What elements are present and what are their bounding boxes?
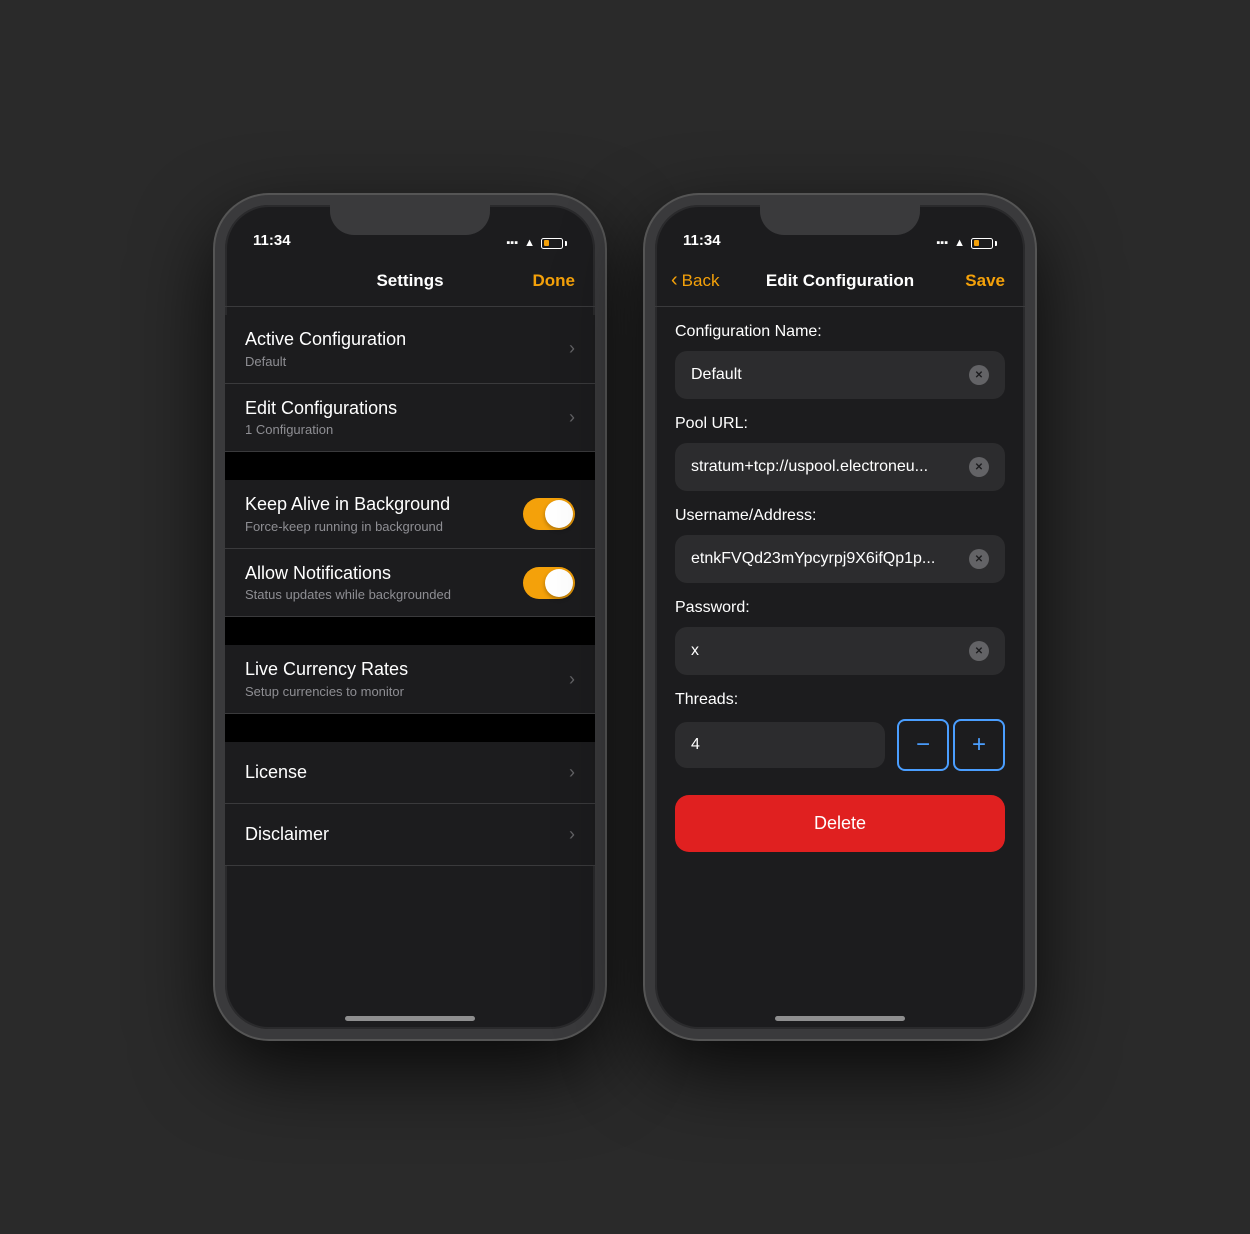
right-nav-title: Edit Configuration (766, 271, 914, 291)
password-value: x (691, 642, 961, 660)
time-left: 11:34 (253, 232, 291, 249)
active-config-title: Active Configuration (245, 329, 569, 351)
chevron-icon: › (569, 407, 575, 428)
save-button[interactable]: Save (965, 271, 1005, 291)
settings-content: Active Configuration Default › Edit Conf… (225, 307, 595, 866)
home-indicator-right (775, 1016, 905, 1021)
chevron-icon: › (569, 338, 575, 359)
username-value: etnkFVQd23mYpcyrpj9X6ifQp1p... (691, 550, 961, 568)
signal-icon-right: ▪▪▪ (936, 237, 948, 249)
keep-alive-toggle[interactable] (523, 498, 575, 530)
stepper-group: − + (897, 719, 1005, 771)
threads-input[interactable]: 4 (675, 722, 885, 768)
allow-notifications-toggle[interactable] (523, 567, 575, 599)
status-icons-left: ▪▪▪ ▲ (506, 237, 567, 249)
delete-button[interactable]: Delete (675, 795, 1005, 852)
pool-url-value: stratum+tcp://uspool.electroneu... (691, 458, 961, 476)
right-phone: 11:34 ▪▪▪ ▲ ‹ Back Edit Configuration Sa… (645, 195, 1035, 1039)
license-item[interactable]: License › (225, 742, 595, 804)
password-clear-button[interactable] (969, 641, 989, 661)
username-input[interactable]: etnkFVQd23mYpcyrpj9X6ifQp1p... (675, 535, 1005, 583)
left-nav-bar: Settings Done (225, 255, 595, 307)
right-nav-bar: ‹ Back Edit Configuration Save (655, 255, 1025, 307)
keep-alive-item: Keep Alive in Background Force-keep runn… (225, 480, 595, 549)
username-label: Username/Address: (675, 507, 1005, 525)
time-right: 11:34 (683, 232, 721, 249)
allow-notifications-item: Allow Notifications Status updates while… (225, 549, 595, 618)
allow-notifications-subtitle: Status updates while backgrounded (245, 587, 523, 602)
wifi-icon: ▲ (524, 237, 535, 249)
password-input[interactable]: x (675, 627, 1005, 675)
home-indicator-left (345, 1016, 475, 1021)
threads-decrement-button[interactable]: − (897, 719, 949, 771)
threads-label: Threads: (675, 691, 1005, 709)
config-name-value: Default (691, 366, 961, 384)
edit-content: Configuration Name: Default Pool URL: st… (655, 307, 1025, 868)
live-currency-title: Live Currency Rates (245, 659, 569, 681)
left-phone: 11:34 ▪▪▪ ▲ Settings Done Active Configu… (215, 195, 605, 1039)
left-nav-title: Settings (376, 271, 443, 291)
keep-alive-title: Keep Alive in Background (245, 494, 523, 516)
back-label: Back (682, 271, 720, 291)
back-chevron-icon: ‹ (671, 269, 678, 292)
threads-value: 4 (691, 736, 700, 753)
allow-notifications-title: Allow Notifications (245, 563, 523, 585)
live-currency-item[interactable]: Live Currency Rates Setup currencies to … (225, 645, 595, 714)
threads-row: 4 − + (675, 719, 1005, 771)
disclaimer-item[interactable]: Disclaimer › (225, 804, 595, 866)
notch-right (760, 205, 920, 235)
pool-url-input[interactable]: stratum+tcp://uspool.electroneu... (675, 443, 1005, 491)
active-configuration-item[interactable]: Active Configuration Default › (225, 315, 595, 384)
edit-form: Configuration Name: Default Pool URL: st… (655, 307, 1025, 868)
active-config-subtitle: Default (245, 354, 569, 369)
config-name-input[interactable]: Default (675, 351, 1005, 399)
username-clear-button[interactable] (969, 549, 989, 569)
threads-increment-button[interactable]: + (953, 719, 1005, 771)
config-name-clear-button[interactable] (969, 365, 989, 385)
disclaimer-title: Disclaimer (245, 824, 569, 846)
done-button[interactable]: Done (533, 271, 576, 291)
pool-url-label: Pool URL: (675, 415, 1005, 433)
keep-alive-subtitle: Force-keep running in background (245, 519, 523, 534)
edit-configs-title: Edit Configurations (245, 398, 569, 420)
wifi-icon-right: ▲ (954, 237, 965, 249)
password-label: Password: (675, 599, 1005, 617)
live-currency-subtitle: Setup currencies to monitor (245, 684, 569, 699)
notch (330, 205, 490, 235)
settings-gap-3 (225, 714, 595, 742)
battery-icon-right (971, 238, 997, 249)
pool-url-clear-button[interactable] (969, 457, 989, 477)
edit-configurations-item[interactable]: Edit Configurations 1 Configuration › (225, 384, 595, 453)
settings-list: Active Configuration Default › Edit Conf… (225, 315, 595, 866)
license-title: License (245, 762, 569, 784)
chevron-icon: › (569, 824, 575, 845)
status-icons-right: ▪▪▪ ▲ (936, 237, 997, 249)
settings-gap-2 (225, 617, 595, 645)
config-name-label: Configuration Name: (675, 323, 1005, 341)
settings-gap-1 (225, 452, 595, 480)
chevron-icon: › (569, 669, 575, 690)
back-button[interactable]: ‹ Back (671, 269, 719, 292)
chevron-icon: › (569, 762, 575, 783)
edit-configs-subtitle: 1 Configuration (245, 422, 569, 437)
battery-icon (541, 238, 567, 249)
signal-icon: ▪▪▪ (506, 237, 518, 249)
